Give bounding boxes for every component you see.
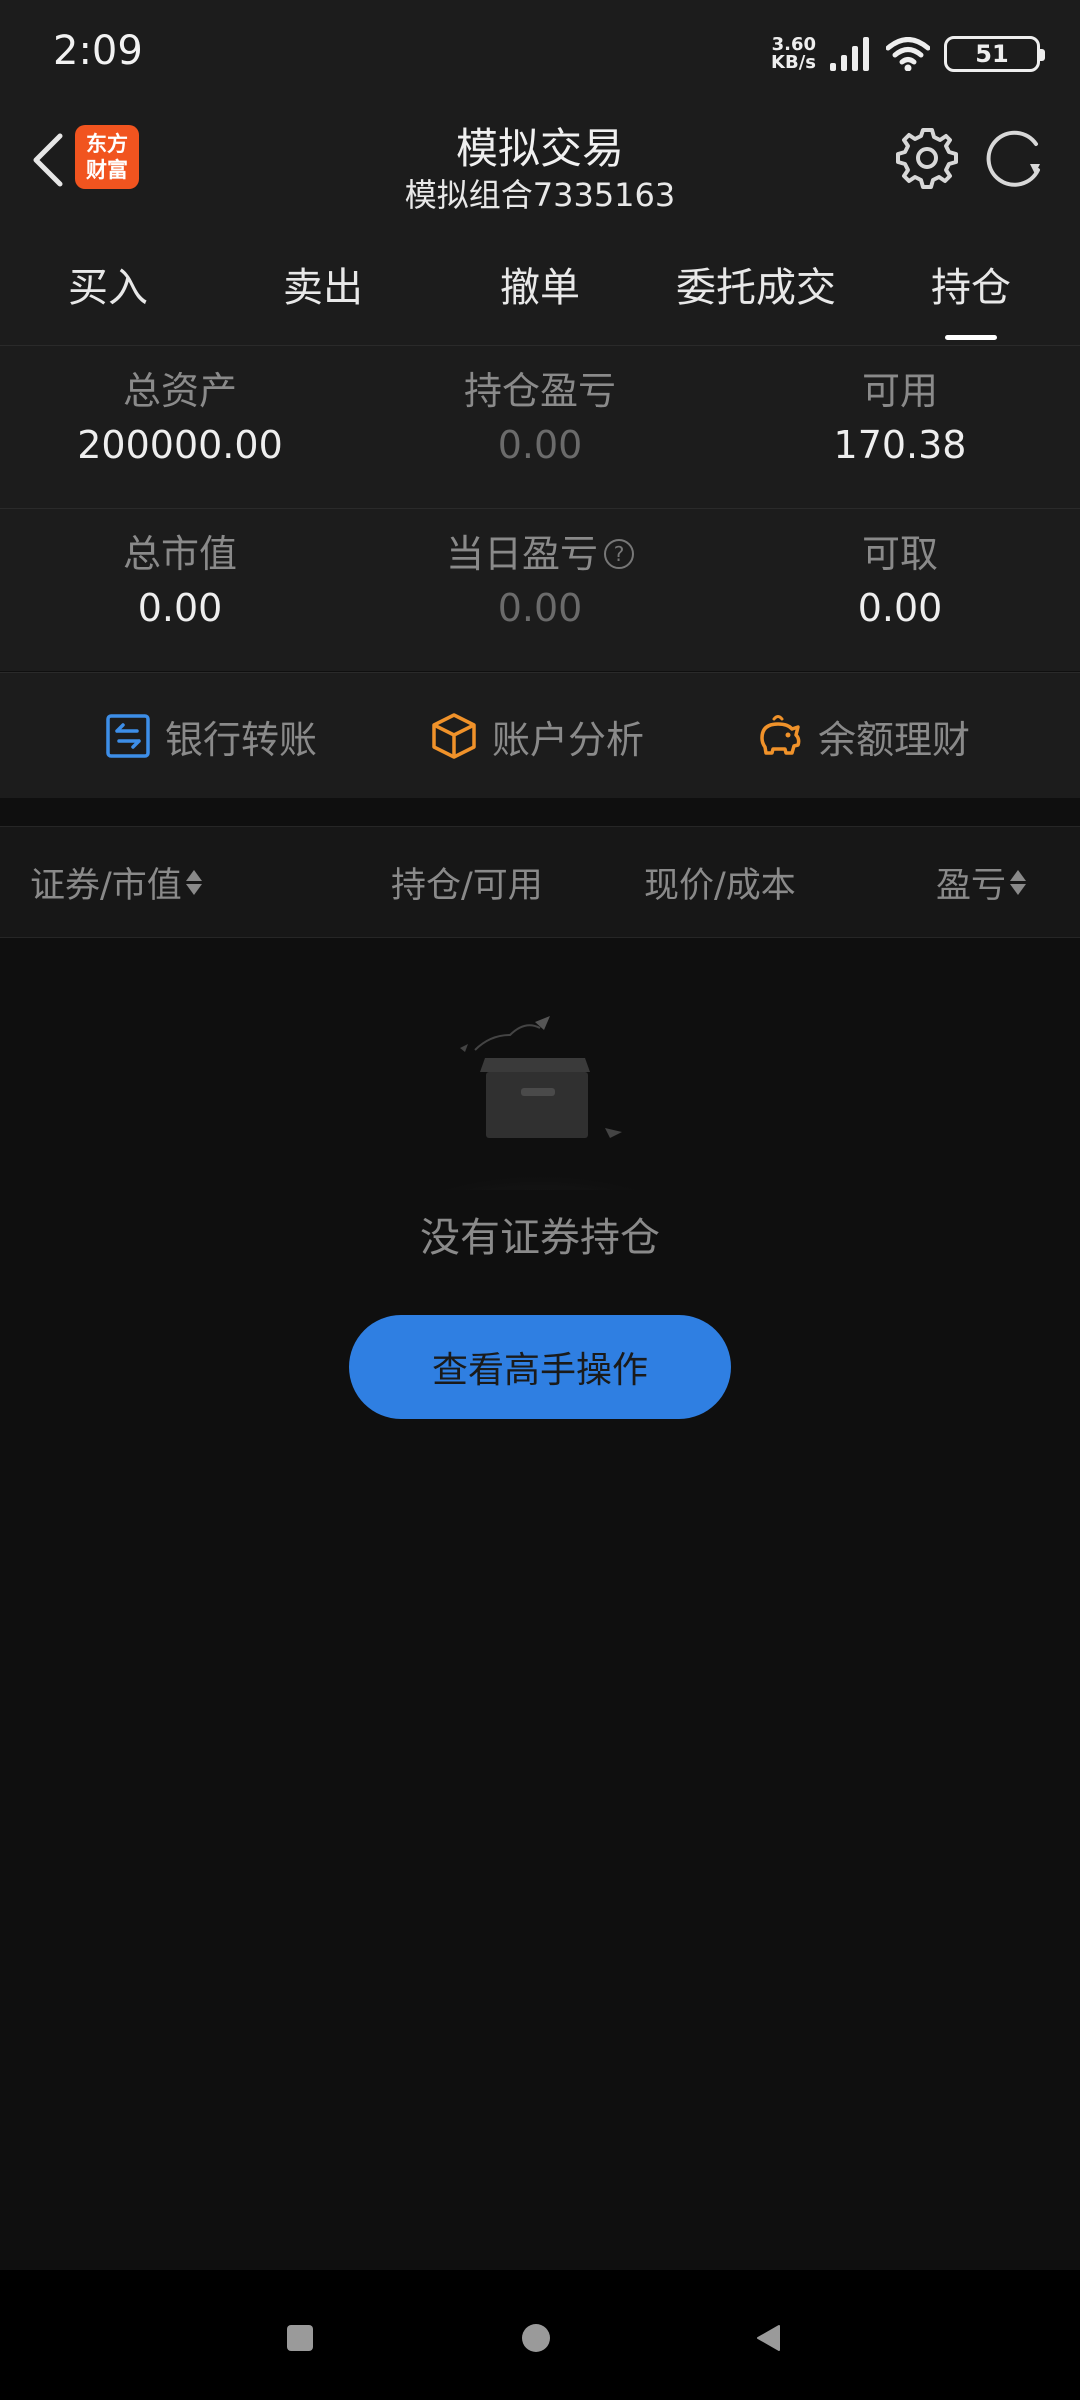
home-button[interactable]	[508, 2310, 564, 2366]
summary-value: 0.00	[497, 423, 583, 467]
refresh-button[interactable]	[980, 124, 1052, 192]
summary-label: 持仓盈亏	[463, 369, 616, 413]
summary-market-value: 总市值 0.00	[0, 529, 360, 633]
summary-label: 总资产	[122, 369, 237, 413]
summary-total-assets: 总资产 200000.00	[0, 366, 360, 470]
bank-transfer-label: 银行转账	[165, 717, 318, 762]
sort-icon	[1010, 870, 1027, 895]
column-pnl[interactable]: 盈亏	[936, 857, 1027, 908]
account-summary-row-1: 总资产 200000.00 持仓盈亏 0.00 可用 170.38	[0, 345, 1080, 508]
summary-value: 200000.00	[77, 423, 283, 467]
summary-label-text: 当日盈亏	[445, 532, 598, 576]
settings-button[interactable]	[893, 124, 961, 192]
system-back-button[interactable]	[740, 2310, 796, 2366]
status-time: 2:09	[53, 28, 143, 74]
summary-value: 0.00	[857, 586, 943, 630]
status-bar: 2:09 3.60 KB/s 51	[0, 0, 1080, 105]
bank-transfer-icon	[106, 714, 150, 758]
summary-value: 0.00	[137, 586, 223, 630]
positions-table-header: 证券/市值 持仓/可用 现价/成本 盈亏	[0, 826, 1080, 938]
tab-orders-fills[interactable]: 委托成交	[666, 255, 846, 315]
system-navigation-bar	[0, 2270, 1080, 2400]
circle-icon	[522, 2324, 550, 2352]
column-price-cost: 现价/成本	[644, 857, 796, 908]
summary-label-with-help: 当日盈亏 ?	[360, 529, 720, 579]
signal-icon	[830, 37, 869, 71]
tab-sell[interactable]: 卖出	[253, 255, 393, 315]
gear-icon	[896, 128, 958, 189]
tab-cancel-order[interactable]: 撤单	[470, 255, 610, 315]
cube-icon	[432, 713, 476, 759]
summary-daily-pnl: 当日盈亏 ? 0.00	[360, 529, 720, 633]
square-icon	[287, 2325, 313, 2351]
balance-wealth-label: 余额理财	[818, 717, 971, 762]
balance-wealth-button[interactable]: 余额理财	[754, 708, 970, 764]
piggy-bank-icon	[760, 715, 801, 755]
column-label: 盈亏	[936, 866, 1007, 906]
summary-label: 可取	[861, 532, 938, 576]
column-holding-available: 持仓/可用	[391, 857, 543, 908]
network-speed: 3.60 KB/s	[771, 36, 816, 72]
column-security-market-value[interactable]: 证券/市值	[30, 857, 202, 908]
battery-icon: 51	[944, 36, 1045, 72]
nav-header: 东方 财富 模拟交易 模拟组合7335163	[0, 105, 1080, 235]
account-analysis-label: 账户分析	[492, 717, 645, 762]
tab-buy[interactable]: 买入	[38, 255, 178, 315]
summary-label: 总市值	[122, 532, 237, 576]
quick-actions: 银行转账 账户分析 余额理财	[0, 672, 1080, 798]
bank-transfer-button[interactable]: 银行转账	[105, 708, 317, 764]
empty-state-message: 没有证券持仓	[420, 1215, 660, 1261]
summary-position-pnl: 持仓盈亏 0.00	[360, 366, 720, 470]
account-summary-row-2: 总市值 0.00 当日盈亏 ? 0.00 可取 0.00	[0, 508, 1080, 671]
summary-available: 可用 170.38	[720, 366, 1080, 470]
refresh-icon	[986, 130, 1040, 187]
wifi-icon	[886, 37, 930, 71]
column-label: 证券/市值	[30, 866, 182, 906]
empty-box-illustration	[400, 1016, 680, 1190]
summary-value: 170.38	[833, 423, 967, 467]
account-analysis-button[interactable]: 账户分析	[430, 708, 644, 764]
trade-tabs: 买入 卖出 撤单 委托成交 持仓	[0, 235, 1080, 345]
network-speed-unit: KB/s	[771, 52, 816, 73]
sort-icon	[185, 870, 202, 895]
view-expert-trades-button[interactable]: 查看高手操作	[349, 1315, 731, 1419]
summary-label: 可用	[861, 369, 938, 413]
triangle-back-icon	[757, 2325, 780, 2351]
column-label: 持仓/可用	[391, 866, 543, 906]
status-icons: 3.60 KB/s 51	[771, 30, 1045, 78]
summary-value: 0.00	[497, 586, 583, 630]
help-icon[interactable]: ?	[604, 539, 634, 569]
battery-level: 51	[975, 40, 1009, 68]
column-label: 现价/成本	[644, 866, 796, 906]
tab-positions[interactable]: 持仓	[901, 255, 1041, 315]
tab-selected-indicator	[945, 335, 997, 340]
summary-withdrawable: 可取 0.00	[720, 529, 1080, 633]
recent-apps-button[interactable]	[272, 2310, 328, 2366]
